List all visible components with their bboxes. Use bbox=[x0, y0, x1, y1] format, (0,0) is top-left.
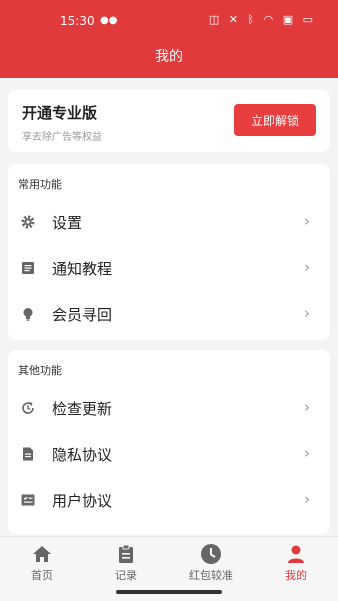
chevron-right-icon: › bbox=[304, 490, 310, 508]
promo-title: 开通专业版 bbox=[22, 104, 98, 122]
section-title: 常用功能 bbox=[18, 178, 62, 191]
status-icons: ◫ ✕ ᛒ ◠ ▣ ▭ bbox=[208, 13, 316, 26]
chevron-right-icon: › bbox=[304, 212, 310, 230]
menu-item-label: 设置 bbox=[52, 214, 83, 232]
file-icon bbox=[23, 447, 33, 461]
bulb-icon bbox=[23, 308, 33, 321]
chevron-right-icon: › bbox=[304, 444, 310, 462]
unlock-button[interactable]: 立即解锁 bbox=[234, 104, 316, 136]
chevron-right-icon: › bbox=[304, 398, 310, 416]
user-icon bbox=[288, 545, 304, 563]
tab-label: 我的 bbox=[285, 569, 307, 582]
chevron-right-icon: › bbox=[304, 304, 310, 322]
tab-records[interactable]: 记录 bbox=[84, 537, 168, 585]
chat-notification-icon: ●● bbox=[100, 15, 118, 26]
menu-item-settings[interactable]: 设置 › bbox=[8, 200, 330, 244]
document-icon bbox=[22, 262, 34, 274]
other-functions-card: 其他功能 检查更新 › 隐私协议 › 用户协议 › bbox=[8, 350, 330, 534]
tab-label: 红包较准 bbox=[189, 569, 233, 582]
clipboard-icon bbox=[119, 544, 133, 563]
status-bar: 15:30 ●● ◫ ✕ ᛒ ◠ ▣ ▭ bbox=[0, 10, 338, 32]
common-functions-card: 常用功能 设置 › 通知教程 › 会员寻回 › bbox=[8, 164, 330, 340]
section-title: 其他功能 bbox=[18, 364, 62, 377]
menu-item-label: 会员寻回 bbox=[52, 306, 113, 324]
home-indicator[interactable] bbox=[116, 590, 222, 594]
tab-mine[interactable]: 我的 bbox=[254, 537, 338, 585]
menu-item-user-agreement[interactable]: 用户协议 › bbox=[8, 478, 330, 522]
menu-item-member-recovery[interactable]: 会员寻回 › bbox=[8, 292, 330, 336]
promo-subtitle: 享去除广告等权益 bbox=[22, 132, 102, 143]
menu-item-label: 隐私协议 bbox=[52, 446, 113, 464]
tab-home[interactable]: 首页 bbox=[0, 537, 84, 585]
page-title: 我的 bbox=[155, 49, 183, 65]
refresh-icon bbox=[22, 402, 34, 414]
home-icon bbox=[33, 546, 51, 562]
menu-item-notification-guide[interactable]: 通知教程 › bbox=[8, 246, 330, 290]
menu-item-privacy-policy[interactable]: 隐私协议 › bbox=[8, 432, 330, 476]
list-check-icon bbox=[21, 494, 35, 506]
tab-label: 记录 bbox=[115, 569, 137, 582]
clock-icon bbox=[201, 544, 221, 564]
top-bar: 15:30 ●● ◫ ✕ ᛒ ◠ ▣ ▭ 我的 bbox=[0, 0, 338, 78]
menu-item-label: 检查更新 bbox=[52, 400, 113, 418]
gear-icon bbox=[21, 215, 35, 229]
tab-label: 首页 bbox=[31, 569, 53, 582]
status-time: 15:30 bbox=[60, 14, 95, 28]
menu-item-label: 通知教程 bbox=[52, 260, 113, 278]
menu-item-label: 用户协议 bbox=[52, 492, 113, 510]
tab-red-packet-calibration[interactable]: 红包较准 bbox=[169, 537, 253, 585]
chevron-right-icon: › bbox=[304, 258, 310, 276]
menu-item-check-update[interactable]: 检查更新 › bbox=[8, 386, 330, 430]
